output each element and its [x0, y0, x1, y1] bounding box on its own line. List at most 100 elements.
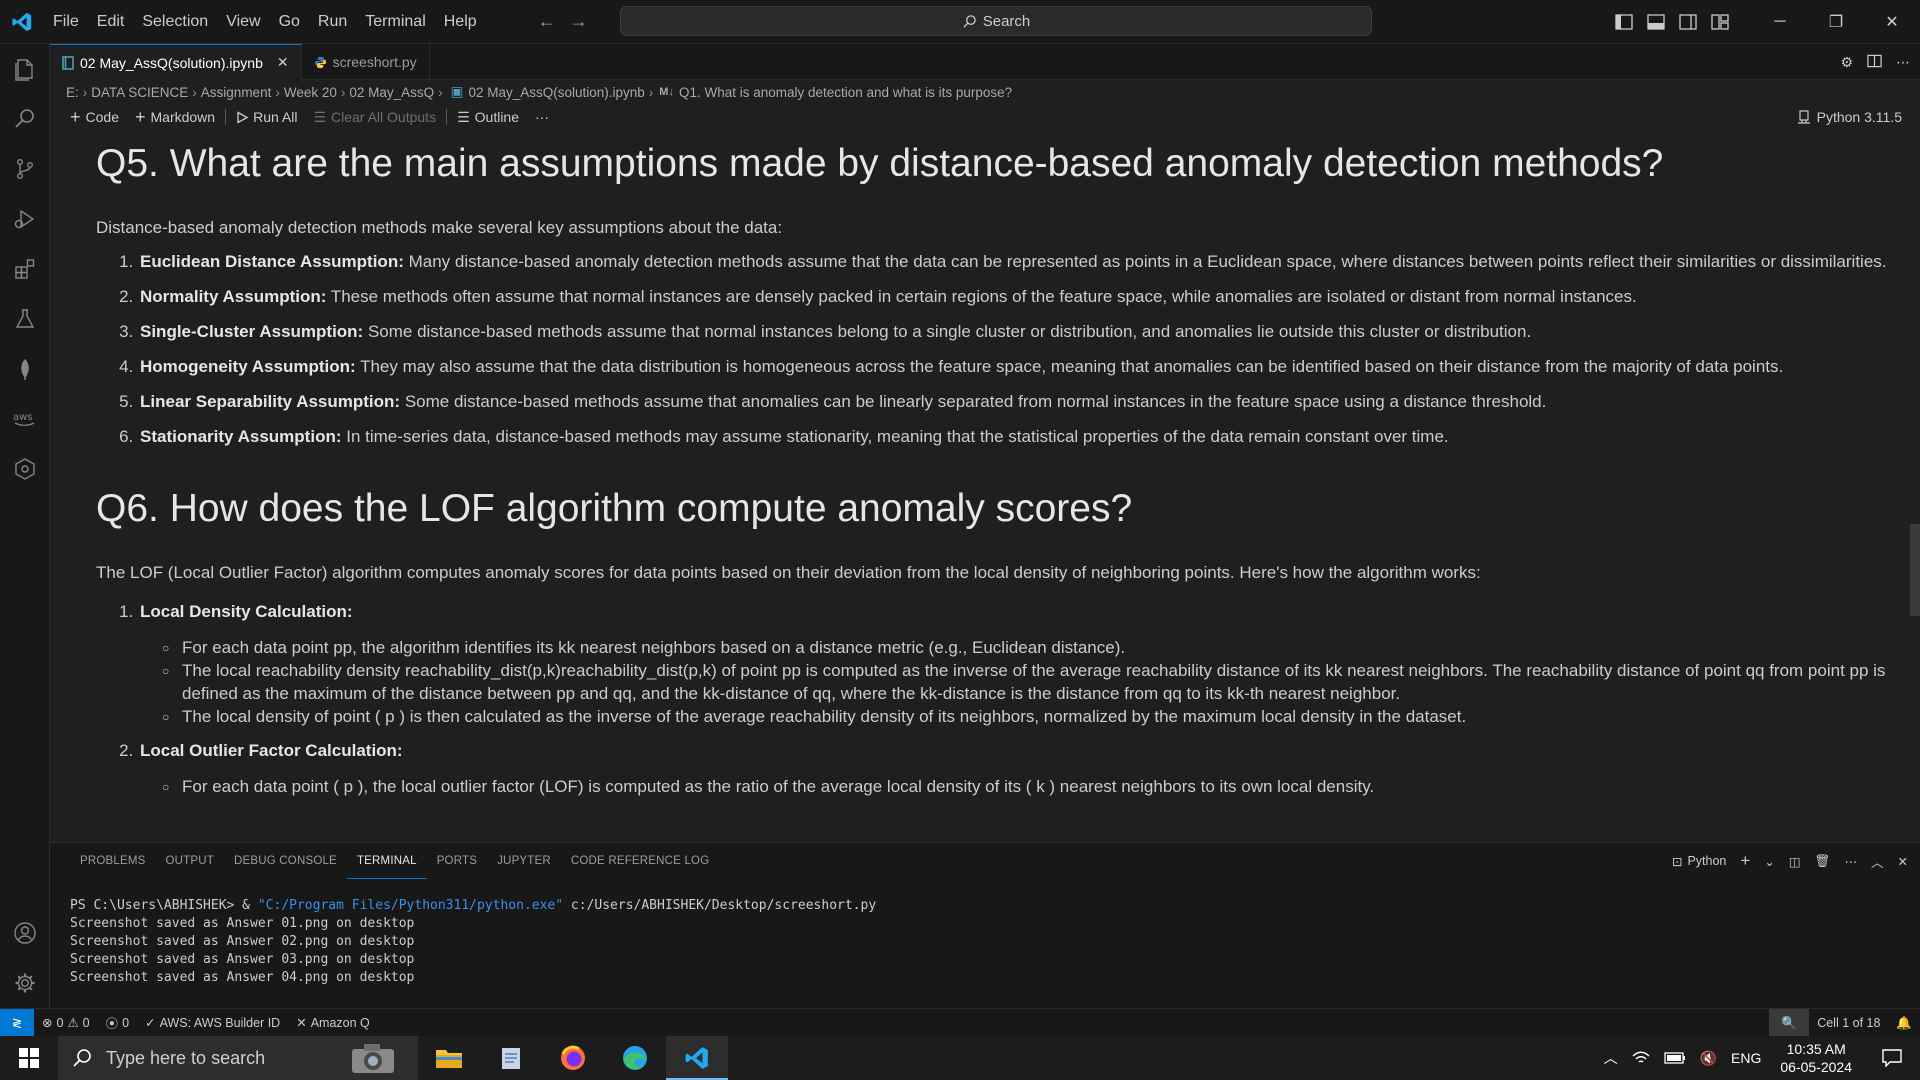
- ports-status[interactable]: ⦿ 0: [98, 1013, 137, 1032]
- menu-run[interactable]: Run: [309, 0, 356, 44]
- explorer-icon[interactable]: [0, 44, 50, 94]
- clear-all-outputs-button[interactable]: ☰ Clear All Outputs: [305, 109, 444, 126]
- extensions-icon[interactable]: [0, 244, 50, 294]
- breadcrumb-item[interactable]: Q1. What is anomaly detection and what i…: [679, 85, 1012, 100]
- forward-arrow-icon[interactable]: →: [570, 11, 588, 32]
- notebook-settings-gear-icon[interactable]: ⚙: [1840, 54, 1853, 71]
- restore-icon[interactable]: ❐: [1808, 0, 1864, 44]
- wifi-icon[interactable]: [1625, 1050, 1657, 1066]
- maximize-panel-icon[interactable]: ︿: [1871, 852, 1884, 871]
- breadcrumb-item[interactable]: E:: [66, 85, 79, 100]
- tab-jupyter[interactable]: JUPYTER: [487, 843, 561, 879]
- chevron-up-icon[interactable]: ︿: [1597, 1048, 1625, 1068]
- vscode-taskbar-icon[interactable]: [666, 1036, 728, 1080]
- add-code-cell-button[interactable]: + Code: [62, 107, 127, 128]
- aws-icon[interactable]: aws: [0, 394, 50, 444]
- battery-icon[interactable]: [1657, 1052, 1693, 1064]
- back-arrow-icon[interactable]: ←: [538, 11, 556, 32]
- terminal-shell-selector[interactable]: ⊡ Python: [1672, 854, 1726, 869]
- remote-indicator-icon[interactable]: ≷: [0, 1008, 34, 1037]
- bell-icon[interactable]: 🔔: [1888, 1016, 1920, 1031]
- toggle-panel-icon[interactable]: [1640, 0, 1672, 44]
- bullet-item: The local reachability density reachabil…: [162, 659, 1916, 705]
- breadcrumb-item[interactable]: Week 20: [284, 85, 337, 100]
- breadcrumb-item[interactable]: Assignment: [201, 85, 272, 100]
- close-panel-icon[interactable]: ✕: [1898, 854, 1908, 869]
- zoom-search-icon[interactable]: 🔍: [1769, 1009, 1810, 1037]
- title-bar: File Edit Selection View Go Run Terminal…: [0, 0, 1920, 44]
- tab-terminal[interactable]: TERMINAL: [346, 843, 427, 879]
- tab-debug-console[interactable]: DEBUG CONSOLE: [224, 843, 347, 879]
- tab-python-file[interactable]: screeshort.py: [302, 44, 430, 80]
- add-markdown-cell-button[interactable]: + Markdown: [127, 107, 223, 128]
- menu-go[interactable]: Go: [270, 0, 309, 44]
- menu-selection[interactable]: Selection: [133, 0, 217, 44]
- chevron-down-icon[interactable]: ⌄: [1764, 854, 1774, 869]
- close-icon[interactable]: ✕: [1864, 0, 1920, 44]
- volume-muted-icon[interactable]: 🔇: [1693, 1050, 1724, 1067]
- tab-ports[interactable]: PORTS: [427, 843, 487, 879]
- more-actions-icon[interactable]: ⋯: [1845, 854, 1858, 869]
- new-terminal-plus-icon[interactable]: +: [1740, 851, 1750, 871]
- markdown-cell[interactable]: Q5. What are the main assumptions made b…: [96, 132, 1916, 809]
- run-debug-icon[interactable]: [0, 194, 50, 244]
- minimize-icon[interactable]: ─: [1752, 0, 1808, 44]
- menu-help[interactable]: Help: [435, 0, 486, 44]
- trash-icon[interactable]: 🗑: [1815, 854, 1831, 869]
- split-terminal-icon[interactable]: ◫: [1789, 854, 1801, 869]
- breadcrumb-item[interactable]: 02 May_AssQ(solution).ipynb: [468, 85, 644, 100]
- tab-notebook[interactable]: 02 May_AssQ(solution).ipynb ✕: [50, 44, 302, 80]
- settings-gear-icon[interactable]: [0, 958, 50, 1008]
- error-icon: ⊗: [42, 1016, 53, 1030]
- problems-status[interactable]: ⊗ 0 ⚠ 0: [34, 1015, 98, 1031]
- firefox-taskbar-icon[interactable]: [542, 1036, 604, 1080]
- amazon-q-status[interactable]: ✕ Amazon Q: [288, 1015, 378, 1031]
- tab-code-reference-log[interactable]: CODE REFERENCE LOG: [561, 843, 719, 879]
- split-editor-icon[interactable]: [1867, 54, 1882, 71]
- breadcrumb-item[interactable]: 02 May_AssQ: [349, 85, 434, 100]
- toolbar-more-button[interactable]: ···: [527, 109, 557, 125]
- cell-indicator[interactable]: Cell 1 of 18: [1809, 1016, 1888, 1030]
- customize-layout-icon[interactable]: [1704, 0, 1736, 44]
- toggle-secondary-sidebar-icon[interactable]: [1672, 0, 1704, 44]
- windows-start-icon[interactable]: [0, 1036, 58, 1080]
- terminal-output[interactable]: PS C:\Users\ABHISHEK> & "C:/Program File…: [50, 879, 1920, 987]
- bottom-panel: PROBLEMS OUTPUT DEBUG CONSOLE TERMINAL P…: [50, 842, 1920, 1008]
- toggle-primary-sidebar-icon[interactable]: [1608, 0, 1640, 44]
- editor-scrollbar[interactable]: [1910, 524, 1920, 616]
- notifications-icon[interactable]: [1864, 1049, 1920, 1067]
- taskbar-clock[interactable]: 10:35 AM 06-05-2024: [1768, 1040, 1864, 1076]
- kernel-picker[interactable]: Python 3.11.5: [1797, 104, 1902, 130]
- menu-file[interactable]: File: [44, 0, 88, 44]
- run-all-button[interactable]: Run All: [228, 109, 305, 125]
- warning-icon: ⚠: [67, 1016, 79, 1030]
- edge-taskbar-icon[interactable]: [604, 1036, 666, 1080]
- search-icon[interactable]: [0, 94, 50, 144]
- vscode-logo-icon[interactable]: [0, 0, 44, 44]
- tab-problems[interactable]: PROBLEMS: [70, 843, 156, 879]
- aws-status[interactable]: ✓ AWS: AWS Builder ID: [137, 1015, 288, 1031]
- list-item: Linear Separability Assumption: Some dis…: [138, 390, 1916, 414]
- outline-button[interactable]: ☰ Outline: [449, 109, 527, 126]
- taskbar-search-box[interactable]: Type here to search: [58, 1036, 418, 1080]
- testing-flask-icon[interactable]: [0, 294, 50, 344]
- menu-edit[interactable]: Edit: [88, 0, 134, 44]
- tab-label: screeshort.py: [332, 54, 417, 70]
- more-actions-icon[interactable]: ⋯: [1896, 54, 1910, 71]
- tab-close-icon[interactable]: ✕: [277, 54, 289, 71]
- menu-view[interactable]: View: [217, 0, 269, 44]
- breadcrumb: E: › DATA SCIENCE › Assignment › Week 20 › 0…: [50, 80, 1920, 104]
- command-center-search[interactable]: Search: [620, 6, 1372, 36]
- tab-output[interactable]: OUTPUT: [156, 843, 224, 879]
- breadcrumb-item[interactable]: DATA SCIENCE: [91, 85, 188, 100]
- source-control-icon[interactable]: [0, 144, 50, 194]
- leaf-icon[interactable]: [0, 344, 50, 394]
- language-indicator[interactable]: ENG: [1724, 1050, 1768, 1066]
- file-explorer-taskbar-icon[interactable]: [418, 1036, 480, 1080]
- notepad-taskbar-icon[interactable]: [480, 1036, 542, 1080]
- notebook-content: Q5. What are the main assumptions made b…: [50, 132, 1920, 842]
- hexagon-extension-icon[interactable]: [0, 444, 50, 494]
- menu-terminal[interactable]: Terminal: [356, 0, 434, 44]
- accounts-icon[interactable]: [0, 908, 50, 958]
- kernel-icon: [1797, 110, 1810, 124]
